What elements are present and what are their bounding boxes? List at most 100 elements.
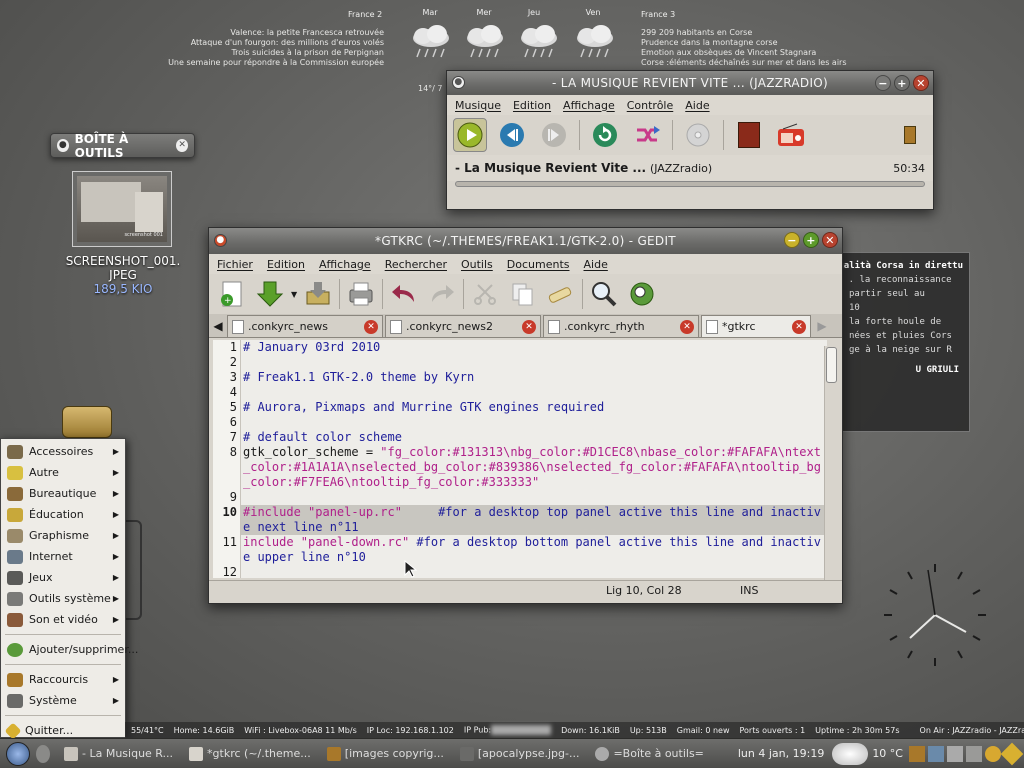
code-line[interactable]: 2 bbox=[213, 355, 827, 370]
code-line[interactable]: 9 bbox=[213, 490, 827, 505]
maximize-button[interactable]: + bbox=[894, 75, 910, 91]
menu-controle[interactable]: Contrôle bbox=[627, 99, 674, 112]
text-editor[interactable]: 1 # January 03rd 2010 2 3 # Freak1.1 GTK-2.… bbox=[213, 340, 827, 578]
task-music-player[interactable]: - La Musique R... bbox=[56, 742, 181, 766]
tab-close-icon[interactable]: ✕ bbox=[792, 320, 806, 334]
menu-item-outils-systeme[interactable]: Outils système ▶ bbox=[1, 588, 125, 609]
title-bar[interactable]: ● - LA MUSIQUE REVIENT VITE ... (JAZZRAD… bbox=[447, 71, 933, 95]
cd-icon[interactable] bbox=[681, 118, 715, 152]
menu-item-autre[interactable]: Autre ▶ bbox=[1, 462, 125, 483]
menu-fichier[interactable]: Fichier bbox=[217, 258, 253, 271]
menu-aide[interactable]: Aide bbox=[584, 258, 608, 271]
undo-icon[interactable] bbox=[387, 277, 421, 311]
task-apocalypse[interactable]: [apocalypse.jpg-... bbox=[452, 742, 588, 766]
tab-conkyrc-rhyth[interactable]: .conkyrc_rhyth ✕ bbox=[543, 315, 699, 337]
menu-item-education[interactable]: Éducation ▶ bbox=[1, 504, 125, 525]
progress-bar[interactable] bbox=[455, 181, 925, 187]
menu-item-jeux[interactable]: Jeux ▶ bbox=[1, 567, 125, 588]
file-label[interactable]: SCREENSHOT_001. JPEG 189,5 KIO bbox=[48, 254, 198, 296]
news-item[interactable]: 299 209 habitants en Corse bbox=[641, 28, 871, 38]
menu-edition[interactable]: Edition bbox=[513, 99, 551, 112]
shuffle-button[interactable] bbox=[630, 118, 664, 152]
scrollbar-thumb[interactable] bbox=[826, 347, 837, 383]
launcher-icon[interactable] bbox=[36, 744, 50, 763]
code-line[interactable]: 10 #include "panel-up.rc" #for a desktop … bbox=[213, 505, 827, 535]
album-art-icon[interactable] bbox=[732, 118, 766, 152]
menu-item-internet[interactable]: Internet ▶ bbox=[1, 546, 125, 567]
close-button[interactable]: ✕ bbox=[822, 232, 838, 248]
news-item[interactable]: Prudence dans la montagne corse bbox=[641, 38, 871, 48]
print-icon[interactable] bbox=[344, 277, 378, 311]
file-thumbnail[interactable]: screenshot 001 bbox=[72, 171, 172, 247]
news-item[interactable]: Emotion aux obsèques de Vincent Stagnara bbox=[641, 48, 871, 58]
tab-scroll-left-icon[interactable]: ◀ bbox=[209, 315, 227, 337]
menu-item-systeme[interactable]: Système ▶ bbox=[1, 690, 125, 711]
vertical-scrollbar[interactable] bbox=[824, 346, 838, 584]
window-menu-icon[interactable]: ● bbox=[214, 234, 227, 247]
tab-close-icon[interactable]: ✕ bbox=[364, 320, 378, 334]
main-menu-icon[interactable] bbox=[6, 741, 30, 766]
replace-icon[interactable] bbox=[625, 277, 659, 311]
tab-close-icon[interactable]: ✕ bbox=[522, 320, 536, 334]
warning-icon[interactable] bbox=[1000, 742, 1024, 765]
tab-conkyrc-news[interactable]: .conkyrc_news ✕ bbox=[227, 315, 383, 337]
close-icon[interactable]: ✕ bbox=[176, 139, 188, 152]
drive-icon[interactable] bbox=[62, 406, 112, 438]
toolbox-widget[interactable]: ● BOÎTE À OUTILS ✕ bbox=[50, 132, 195, 160]
code-line[interactable]: 11 include "panel-down.rc" #for a desktop… bbox=[213, 535, 827, 565]
close-button[interactable]: ✕ bbox=[913, 75, 929, 91]
news-item[interactable]: Une semaine pour répondre à la Commissio… bbox=[150, 58, 384, 68]
minimize-button[interactable]: − bbox=[875, 75, 891, 91]
menu-musique[interactable]: Musique bbox=[455, 99, 501, 112]
window-menu-icon[interactable]: ● bbox=[452, 76, 465, 89]
code-line[interactable]: 1 # January 03rd 2010 bbox=[213, 340, 827, 355]
code-line[interactable]: 4 bbox=[213, 385, 827, 400]
menu-documents[interactable]: Documents bbox=[507, 258, 570, 271]
repeat-button[interactable] bbox=[588, 118, 622, 152]
menu-item-accessoires[interactable]: Accessoires ▶ bbox=[1, 441, 125, 462]
plugin-icon[interactable] bbox=[893, 118, 927, 152]
menu-edition[interactable]: Edition bbox=[267, 258, 305, 271]
menu-outils[interactable]: Outils bbox=[461, 258, 493, 271]
panel-weather[interactable]: 10 °C bbox=[872, 747, 909, 760]
save-icon[interactable] bbox=[301, 277, 335, 311]
code-line[interactable]: 12 bbox=[213, 565, 827, 578]
volume-icon[interactable] bbox=[947, 745, 963, 762]
previous-button[interactable] bbox=[495, 118, 529, 152]
open-icon[interactable] bbox=[253, 277, 287, 311]
radio-icon[interactable] bbox=[774, 118, 808, 152]
menu-affichage[interactable]: Affichage bbox=[319, 258, 371, 271]
task-gedit[interactable]: *gtkrc (~/.theme... bbox=[181, 742, 319, 766]
display-icon[interactable] bbox=[966, 745, 982, 762]
code-line[interactable]: 5 # Aurora, Pixmaps and Murrine GTK engin… bbox=[213, 400, 827, 415]
code-line[interactable]: 6 bbox=[213, 415, 827, 430]
minimize-button[interactable]: − bbox=[784, 232, 800, 248]
news-item[interactable]: Corse :éléments déchaînés sur mer et dan… bbox=[641, 58, 871, 68]
news-item[interactable]: Valence: la petite Francesca retrouvée bbox=[150, 28, 384, 38]
tab-scroll-right-icon[interactable]: ▶ bbox=[813, 315, 831, 337]
menu-item-bureautique[interactable]: Bureautique ▶ bbox=[1, 483, 125, 504]
task-toolbox[interactable]: =Boîte à outils= bbox=[587, 742, 711, 766]
open-dropdown-arrow[interactable]: ▼ bbox=[291, 290, 297, 299]
new-document-icon[interactable]: + bbox=[215, 277, 249, 311]
tab-gtkrc[interactable]: *gtkrc ✕ bbox=[701, 315, 811, 337]
redo-icon[interactable] bbox=[425, 277, 459, 311]
maximize-button[interactable]: + bbox=[803, 232, 819, 248]
next-button[interactable] bbox=[537, 118, 571, 152]
code-line[interactable]: 3 # Freak1.1 GTK-2.0 theme by Kyrn bbox=[213, 370, 827, 385]
code-line[interactable]: 8 gtk_color_scheme = "fg_color:#131313\nb… bbox=[213, 445, 827, 490]
play-button[interactable] bbox=[453, 118, 487, 152]
panel-clock[interactable]: lun 4 jan, 19:19 bbox=[730, 747, 832, 760]
cut-icon[interactable] bbox=[468, 277, 502, 311]
user-icon[interactable] bbox=[985, 745, 1001, 762]
menu-affichage[interactable]: Affichage bbox=[563, 99, 615, 112]
tab-conkyrc-news2[interactable]: .conkyrc_news2 ✕ bbox=[385, 315, 541, 337]
code-line[interactable]: 7 # default color scheme bbox=[213, 430, 827, 445]
menu-item-ajouter-supprimer[interactable]: Ajouter/supprimer... bbox=[1, 639, 138, 660]
copy-icon[interactable] bbox=[506, 277, 540, 311]
news-item[interactable]: Attaque d'un fourgon: des millions d'eur… bbox=[150, 38, 384, 48]
menu-item-raccourcis[interactable]: Raccourcis ▶ bbox=[1, 669, 125, 690]
tab-close-icon[interactable]: ✕ bbox=[680, 320, 694, 334]
search-icon[interactable] bbox=[587, 277, 621, 311]
menu-item-graphisme[interactable]: Graphisme ▶ bbox=[1, 525, 125, 546]
